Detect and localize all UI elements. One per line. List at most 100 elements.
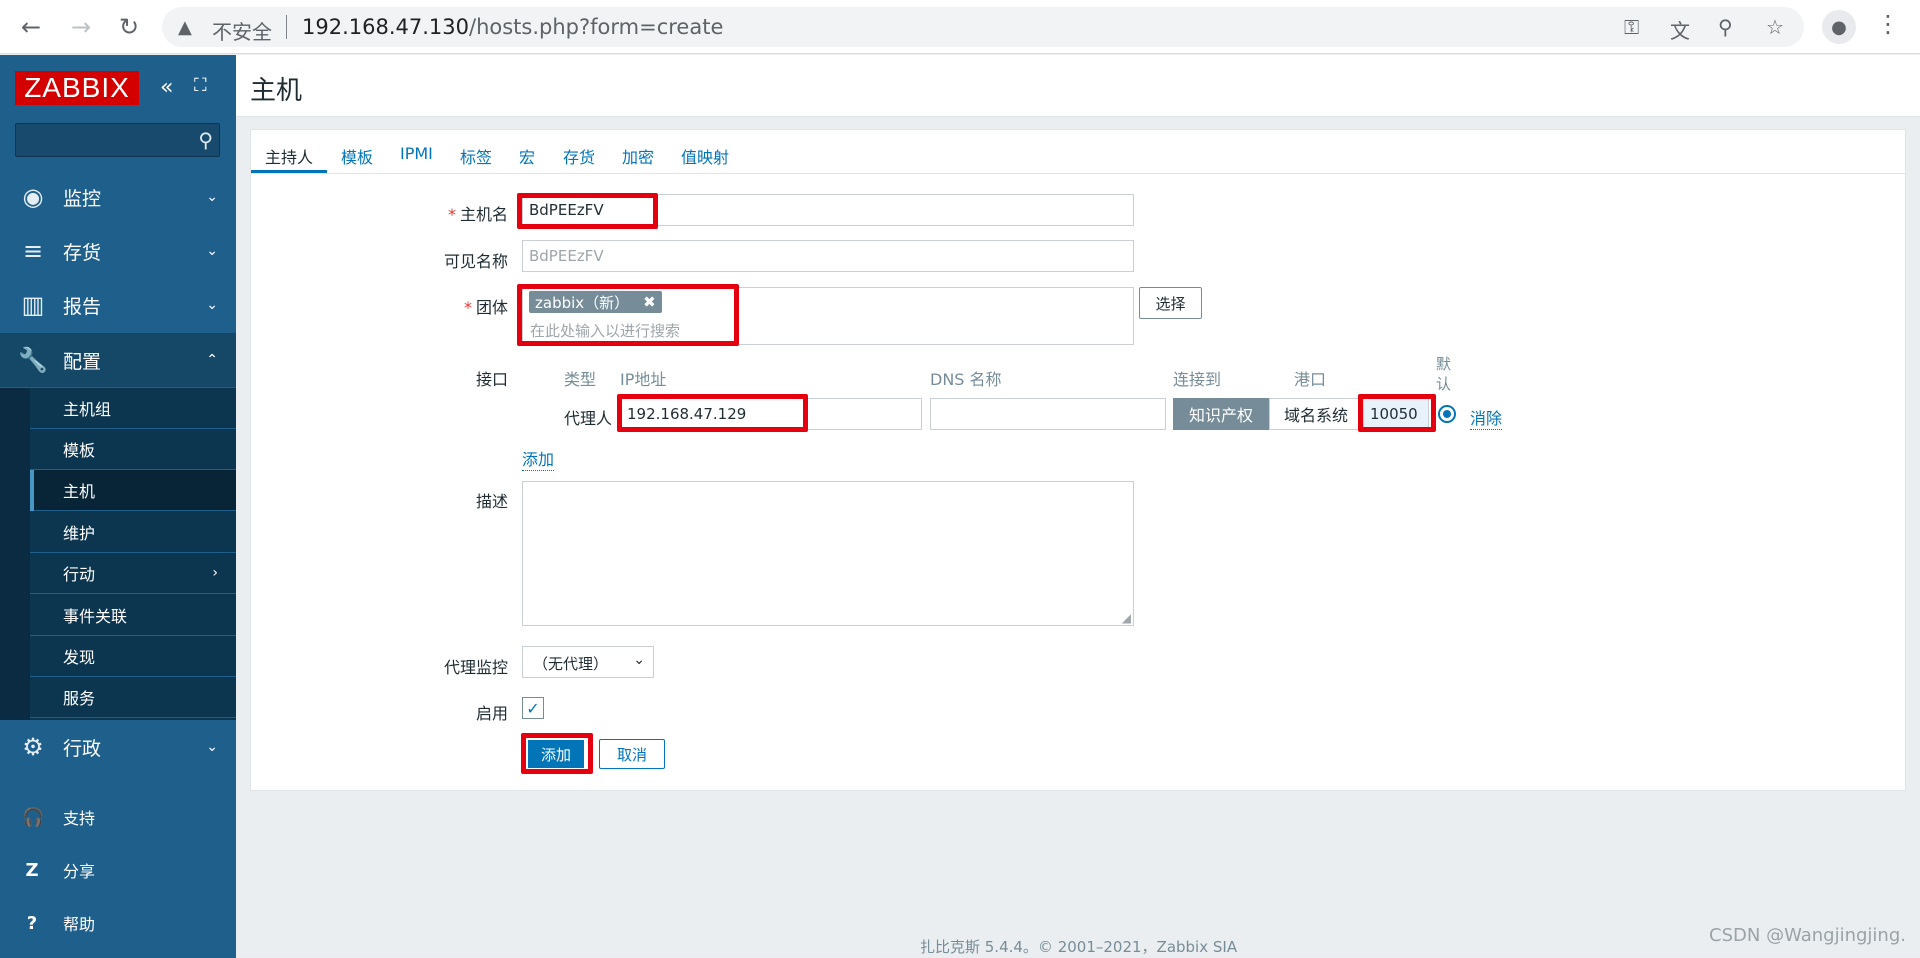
enabled-label: 启用 [475,704,508,723]
translate-icon[interactable]: 文 [1670,15,1690,44]
warning-icon[interactable]: ▲ [178,17,192,38]
default-interface-radio[interactable] [1438,405,1456,423]
menu-label: 配置 [63,350,102,373]
zoom-icon[interactable]: ⚲ [1718,15,1733,39]
submenu-item-hosts[interactable]: 主机 [30,470,236,511]
connect-ip-toggle[interactable]: 知识产权 [1173,398,1269,430]
cancel-button[interactable]: 取消 [599,739,665,769]
bookmark-star-icon[interactable]: ☆ [1766,15,1784,39]
active-tab-indicator [251,170,327,173]
submenu-label: 主机 [63,482,96,501]
submenu-item-event-correlation[interactable]: 事件关联 [30,595,236,636]
zabbix-logo[interactable]: ZABBIX [15,71,139,105]
chevron-down-icon: ⌄ [206,189,218,205]
highlight-box-ip [617,394,808,432]
page-title: 主机 [250,76,303,106]
interfaces-label: 接口 [475,370,508,389]
proxy-selected-value: （无代理） [533,655,609,673]
tab-templates[interactable]: 模板 [341,144,373,168]
highlight-box-groups [517,284,739,346]
reload-icon[interactable]: ↻ [112,10,146,44]
host-form-panel: 主持人 模板 IPMI 标签 宏 存货 加密 值映射 [250,129,1906,791]
col-default: 默认 [1436,355,1452,393]
interface-dns-input[interactable] [930,398,1166,430]
tab-tags[interactable]: 标签 [460,144,492,168]
menu-label: 报告 [63,295,102,318]
profile-avatar-icon[interactable]: ● [1822,10,1856,44]
enabled-checkbox[interactable]: ✓ [522,697,544,719]
menu-item-inventory[interactable]: ≡ 存货 ⌄ [0,224,236,278]
support-link[interactable]: 🎧 支持 [0,792,236,842]
chevron-down-icon: ⌄ [206,243,218,259]
proxy-select[interactable]: （无代理） ⌄ [522,646,654,678]
connect-dns-toggle[interactable]: 域名系统 [1269,398,1363,430]
add-interface-link[interactable]: 添加 [522,446,555,471]
menu-item-monitoring[interactable]: ◉ 监控 ⌄ [0,170,236,224]
address-bar[interactable]: ▲ 不安全 192.168.47.130/hosts.php?form=crea… [162,7,1804,47]
submenu-item-discovery[interactable]: 发现 [30,636,236,677]
submenu-item-maintenance[interactable]: 维护 [30,512,236,553]
chart-icon: ▥ [21,291,45,319]
submenu-label: 发现 [63,648,96,667]
bottom-label: 分享 [63,862,96,881]
hostname-label: * 主机名 [378,201,508,225]
chevron-right-icon: › [212,565,218,581]
remove-interface-link[interactable]: 消除 [1470,405,1503,430]
col-port: 港口 [1294,370,1327,389]
back-icon[interactable]: ← [14,10,48,44]
visible-name-input[interactable]: BdPEEzFV [522,240,1134,272]
security-label[interactable]: 不安全 [212,16,272,45]
groups-label: * 团体 [378,294,508,318]
menu-label: 监控 [63,187,102,210]
menu-item-configuration[interactable]: 🔧 配置 ⌃ [0,333,236,387]
browser-menu-icon[interactable]: ⋮ [1876,10,1900,38]
kiosk-mode-icon[interactable]: ⛶ [194,75,207,96]
configuration-submenu: 主机组 模板 主机 维护 行动 › 事件关联 发现 服务 [0,388,236,720]
help-link[interactable]: ? 帮助 [0,898,236,948]
submenu-label: 服务 [63,689,96,708]
add-button[interactable]: 添加 [528,740,584,768]
tab-bar: 主持人 模板 IPMI 标签 宏 存货 加密 值映射 [251,130,1905,174]
tab-host[interactable]: 主持人 [265,144,313,168]
description-label: 描述 [475,492,508,511]
gear-icon: ⚙ [22,733,44,761]
select-groups-button[interactable]: 选择 [1139,287,1202,319]
menu-item-reports[interactable]: ▥ 报告 ⌄ [0,278,236,332]
chevron-down-icon: ⌄ [206,739,218,755]
submenu-label: 模板 [63,441,96,460]
tab-ipmi[interactable]: IPMI [400,144,433,163]
proxy-label: 代理监控 [443,658,508,677]
submenu-item-host-groups[interactable]: 主机组 [30,388,236,429]
collapse-sidebar-icon[interactable]: « [160,75,173,100]
tab-inventory[interactable]: 存货 [563,144,595,168]
sidebar-search-input[interactable]: ⚲ [15,123,220,157]
chevron-up-icon: ⌃ [206,352,218,368]
submenu-item-templates[interactable]: 模板 [30,429,236,470]
url-text[interactable]: 192.168.47.130/hosts.php?form=create [302,15,723,39]
bottom-label: 帮助 [63,915,96,934]
watermark: CSDN @Wangjingjing. [1709,925,1906,946]
chevron-down-icon: ⌄ [633,652,645,668]
forward-icon[interactable]: → [64,10,98,44]
resize-grip-icon[interactable]: ◢ [1122,611,1131,625]
menu-item-administration[interactable]: ⚙ 行政 ⌄ [0,720,236,774]
submenu-label: 行动 [63,565,96,584]
menu-label: 存货 [63,241,102,264]
address-separator [286,15,287,39]
submenu-label: 主机组 [63,400,112,419]
tab-macros[interactable]: 宏 [519,144,535,168]
search-icon[interactable]: ⚲ [198,128,213,152]
submenu-label: 维护 [63,524,96,543]
url-host: 192.168.47.130 [302,15,469,39]
share-link[interactable]: Z 分享 [0,845,236,895]
tab-value-mapping[interactable]: 值映射 [681,144,729,168]
page-footer: 扎比克斯 5.4.4。© 2001–2021，Zabbix SIA [920,938,1238,956]
description-textarea[interactable]: ◢ [522,481,1134,626]
submenu-item-actions[interactable]: 行动 › [30,553,236,594]
submenu-item-services[interactable]: 服务 [30,677,236,718]
tab-encryption[interactable]: 加密 [622,144,654,168]
key-icon[interactable]: ⚿ [1624,15,1639,39]
wrench-icon: 🔧 [18,346,48,374]
page-header: 主机 [236,55,1920,117]
highlight-box-port [1358,394,1436,432]
